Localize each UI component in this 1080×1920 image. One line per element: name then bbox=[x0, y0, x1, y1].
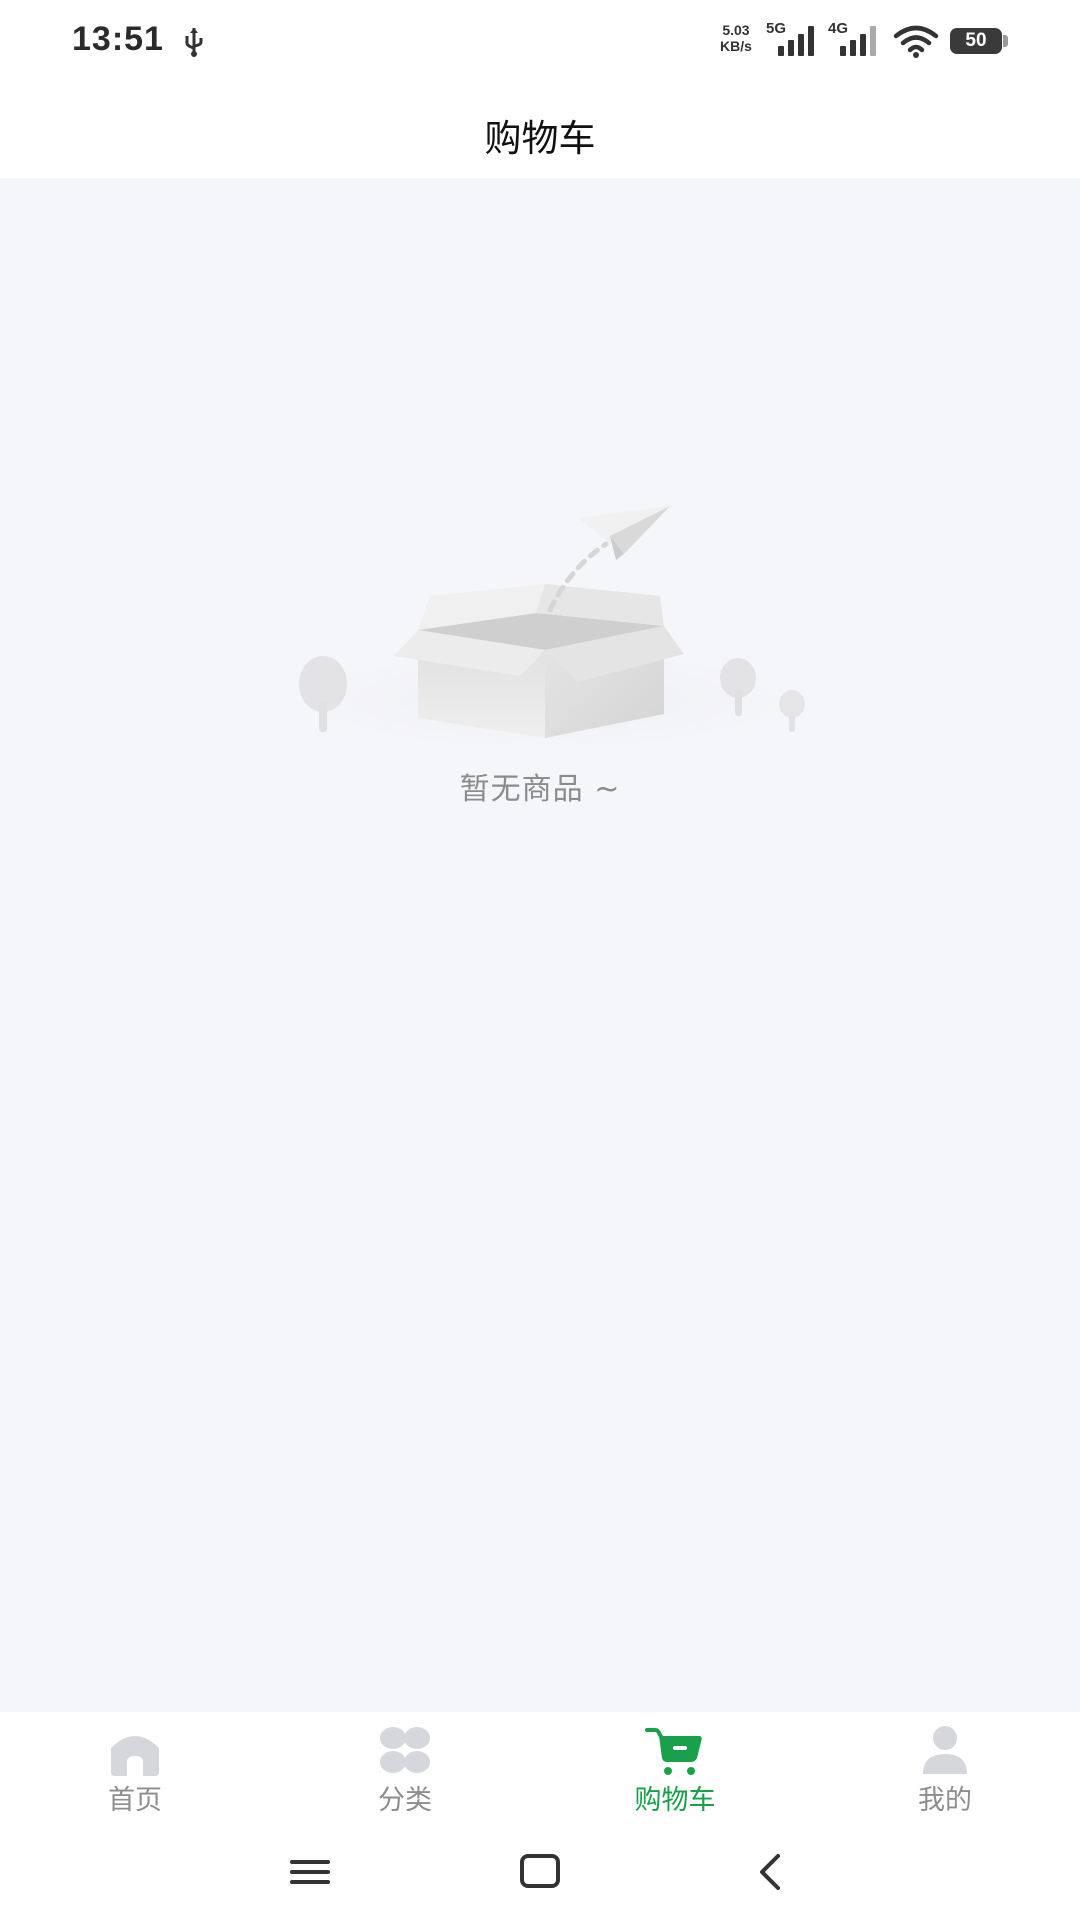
tab-cart[interactable]: 购物车 bbox=[540, 1712, 810, 1822]
status-bar: 13:51 5.03 KB/s 5G 4G 50 bbox=[0, 0, 1080, 84]
tab-label-home: 首页 bbox=[108, 1785, 162, 1816]
profile-icon bbox=[923, 1726, 967, 1774]
status-time: 13:51 bbox=[72, 20, 164, 58]
battery-level: 50 bbox=[965, 30, 987, 51]
header: 购物车 bbox=[0, 84, 1080, 178]
signal-4g-icon bbox=[840, 26, 876, 56]
menu-icon[interactable] bbox=[270, 1842, 350, 1902]
home-icon bbox=[111, 1736, 159, 1776]
usb-icon bbox=[185, 28, 203, 57]
tab-profile[interactable]: 我的 bbox=[810, 1712, 1080, 1822]
system-nav-bar bbox=[0, 1822, 1080, 1920]
network-speed-value: 5.03 bbox=[722, 22, 750, 38]
category-icon bbox=[380, 1727, 430, 1773]
cart-content: 暂无商品 ~ bbox=[0, 178, 1080, 1712]
network-speed-unit: KB/s bbox=[720, 38, 752, 54]
wifi-icon bbox=[893, 25, 939, 58]
network-speed: 5.03 KB/s bbox=[720, 22, 752, 54]
home-square-icon[interactable] bbox=[500, 1842, 580, 1902]
tab-label-cart: 购物车 bbox=[634, 1785, 716, 1816]
tab-label-category: 分类 bbox=[378, 1785, 432, 1816]
battery-tip bbox=[1003, 35, 1008, 47]
page-title: 购物车 bbox=[484, 117, 596, 160]
tab-home[interactable]: 首页 bbox=[0, 1712, 270, 1822]
bottom-tab-bar: 首页 分类 购物车 我的 bbox=[0, 1712, 1080, 1822]
tab-label-profile: 我的 bbox=[918, 1785, 972, 1816]
empty-cart-message: 暂无商品 ~ bbox=[459, 772, 621, 807]
signal-5g-icon bbox=[778, 26, 814, 56]
empty-box-illustration bbox=[245, 506, 845, 762]
back-icon[interactable] bbox=[730, 1842, 810, 1902]
cart-icon bbox=[645, 1728, 702, 1775]
tab-category[interactable]: 分类 bbox=[270, 1712, 540, 1822]
